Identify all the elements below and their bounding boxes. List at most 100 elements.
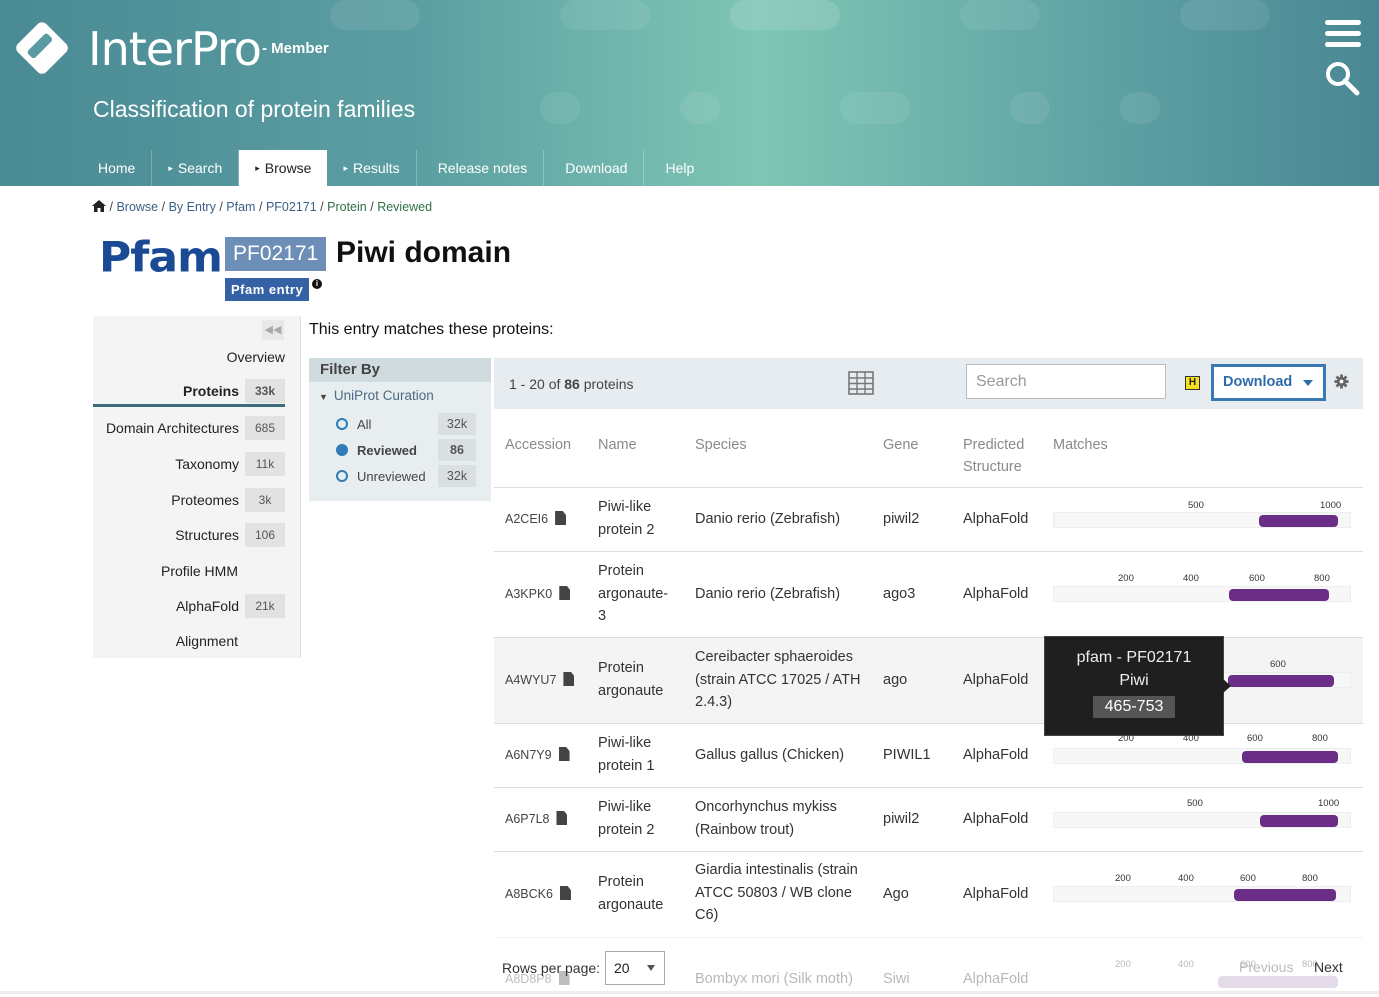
sidebar-item-overview[interactable]: Overview (93, 345, 285, 369)
col-species[interactable]: Species (695, 434, 747, 456)
accession-link[interactable]: A3KPK0 (505, 583, 571, 606)
home-icon[interactable] (92, 200, 106, 212)
domain-match-bar[interactable] (1260, 815, 1338, 827)
search-icon[interactable] (1324, 60, 1360, 96)
gene-name: piwil2 (883, 811, 920, 827)
tooltip-range: 465-753 (1092, 696, 1176, 718)
filter-option-unreviewed[interactable]: Unreviewed 32k (336, 465, 476, 487)
protein-name[interactable]: Piwi-like protein 2 (598, 796, 678, 841)
rows-per-page-select[interactable]: 20 (605, 951, 665, 985)
table-row: A3KPK0 Protein argonaute-3 Danio rerio (… (494, 551, 1363, 637)
protein-table: 1 - 20 of 86 proteins Search H Download … (494, 358, 1363, 988)
breadcrumb-pfam[interactable]: Pfam (226, 200, 255, 214)
protein-name[interactable]: Piwi-like protein 1 (598, 732, 678, 777)
protein-name[interactable]: Piwi-like protein 2 (598, 496, 678, 541)
download-button[interactable]: Download (1211, 364, 1326, 401)
alphafold-link[interactable]: AlphaFold (963, 744, 1028, 767)
radio[interactable] (336, 470, 348, 482)
grid-view-icon[interactable] (848, 371, 874, 395)
alphafold-link[interactable]: AlphaFold (963, 583, 1028, 606)
col-gene[interactable]: Gene (883, 434, 918, 456)
filter-option-all[interactable]: All 32k (336, 413, 476, 435)
entry-type-badge: Pfam entry (225, 278, 310, 301)
collapse-sidebar-icon[interactable]: ◀◀ (262, 320, 284, 340)
accession-link[interactable]: A4WYU7 (505, 669, 575, 692)
count-badge: 21k (245, 594, 285, 618)
nav-results[interactable]: ▸ Results (327, 150, 417, 186)
radio-selected[interactable] (336, 444, 348, 456)
hamburger-menu-icon[interactable] (1325, 20, 1361, 50)
domain-match-bar[interactable] (1242, 751, 1338, 763)
nav-release-notes[interactable]: Release notes (417, 150, 545, 186)
alphafold-link[interactable]: AlphaFold (963, 808, 1028, 831)
sidebar-item-taxonomy[interactable]: Taxonomy 11k (93, 452, 285, 476)
alphafold-link[interactable]: AlphaFold (963, 669, 1028, 692)
interpro-logo-icon[interactable] (12, 18, 72, 78)
nav-download[interactable]: Download (544, 150, 645, 186)
domain-match-bar[interactable] (1229, 589, 1329, 601)
nav-home[interactable]: Home (77, 150, 153, 186)
domain-match-bar[interactable] (1234, 889, 1336, 901)
site-header: InterPro - Member Classification of prot… (0, 0, 1379, 186)
count-badge: 11k (245, 452, 285, 476)
breadcrumb-by-entry[interactable]: By Entry (169, 200, 216, 214)
axis-tick: 1000 (1320, 500, 1342, 511)
document-icon (556, 811, 568, 825)
table-search-input[interactable]: Search (966, 364, 1166, 399)
breadcrumb-protein[interactable]: Protein (327, 200, 367, 214)
nav-help[interactable]: Help (644, 150, 710, 186)
sidebar-item-alphafold[interactable]: AlphaFold 21k (93, 594, 285, 618)
domain-match-bar[interactable] (1259, 515, 1338, 527)
alphafold-link[interactable]: AlphaFold (963, 883, 1028, 906)
document-icon (558, 747, 570, 761)
accession-badge: PF02171 (225, 237, 327, 271)
tooltip-source: pfam - PF02171 (1076, 649, 1192, 666)
nav-browse[interactable]: ▸ Browse (239, 150, 328, 186)
document-icon (563, 672, 575, 686)
sidebar-item-proteins[interactable]: Proteins 33k (93, 379, 285, 403)
accession-link[interactable]: A6P7L8 (505, 808, 568, 831)
col-name[interactable]: Name (598, 434, 637, 456)
radio[interactable] (336, 418, 348, 430)
info-icon[interactable]: i (312, 279, 322, 289)
gear-icon[interactable] (1334, 374, 1349, 389)
col-matches[interactable]: Matches (1053, 434, 1108, 456)
domain-match-bar[interactable] (1228, 675, 1334, 687)
next-page-link[interactable]: Next (1314, 959, 1343, 975)
count-badge: 3k (245, 488, 285, 512)
species-name: Cereibacter sphaeroides (strain ATCC 170… (695, 649, 861, 710)
breadcrumb-accession[interactable]: PF02171 (266, 200, 317, 214)
axis-tick: 800 (1302, 873, 1318, 884)
gene-name: piwil2 (883, 511, 920, 527)
count-badge: 106 (245, 523, 285, 547)
tooltip-name: Piwi (1119, 672, 1149, 689)
match-tooltip: pfam - PF02171 Piwi 465-753 (1044, 636, 1231, 736)
protein-name[interactable]: Protein argonaute (598, 657, 678, 702)
interpro-logo-text[interactable]: InterPro (88, 22, 262, 76)
sidebar-item-alignment[interactable]: Alignment (93, 629, 238, 653)
species-name: Giardia intestinalis (strain ATCC 50803 … (695, 862, 858, 923)
col-predicted-structure[interactable]: Predicted Structure (963, 434, 1043, 478)
accession-link[interactable]: A6N7Y9 (505, 744, 570, 767)
sidebar-item-profile-hmm[interactable]: Profile HMM (93, 559, 238, 583)
highlight-icon[interactable]: H (1185, 376, 1200, 390)
filter-option-reviewed[interactable]: Reviewed 86 (336, 439, 476, 461)
breadcrumb-browse[interactable]: Browse (116, 200, 158, 214)
alphafold-link[interactable]: AlphaFold (963, 508, 1028, 531)
accession-link[interactable]: A2CEI6 (505, 508, 567, 531)
axis-tick: 600 (1249, 573, 1265, 584)
sidebar-item-proteomes[interactable]: Proteomes 3k (93, 488, 285, 512)
protein-name[interactable]: Protein argonaute-3 (598, 560, 676, 628)
filter-section-toggle[interactable]: ▼ UniProt Curation (319, 388, 434, 403)
col-accession[interactable]: Accession (505, 434, 571, 456)
species-name: Gallus gallus (Chicken) (695, 747, 845, 763)
protein-name[interactable]: Protein argonaute (598, 871, 678, 916)
sidebar-item-structures[interactable]: Structures 106 (93, 523, 285, 547)
table-row: A6P7L8 Piwi-like protein 2 Oncorhynchus … (494, 787, 1363, 851)
axis-tick: 1000 (1318, 798, 1340, 809)
sidebar-item-domain-architectures[interactable]: Domain Architectures 685 (93, 416, 285, 440)
table-row: A4WYU7 Protein argonaute Cereibacter sph… (494, 637, 1363, 723)
nav-search[interactable]: ▸ Search (152, 150, 240, 186)
accession-link[interactable]: A8BCK6 (505, 883, 571, 906)
previous-page-link[interactable]: Previous (1239, 959, 1293, 975)
